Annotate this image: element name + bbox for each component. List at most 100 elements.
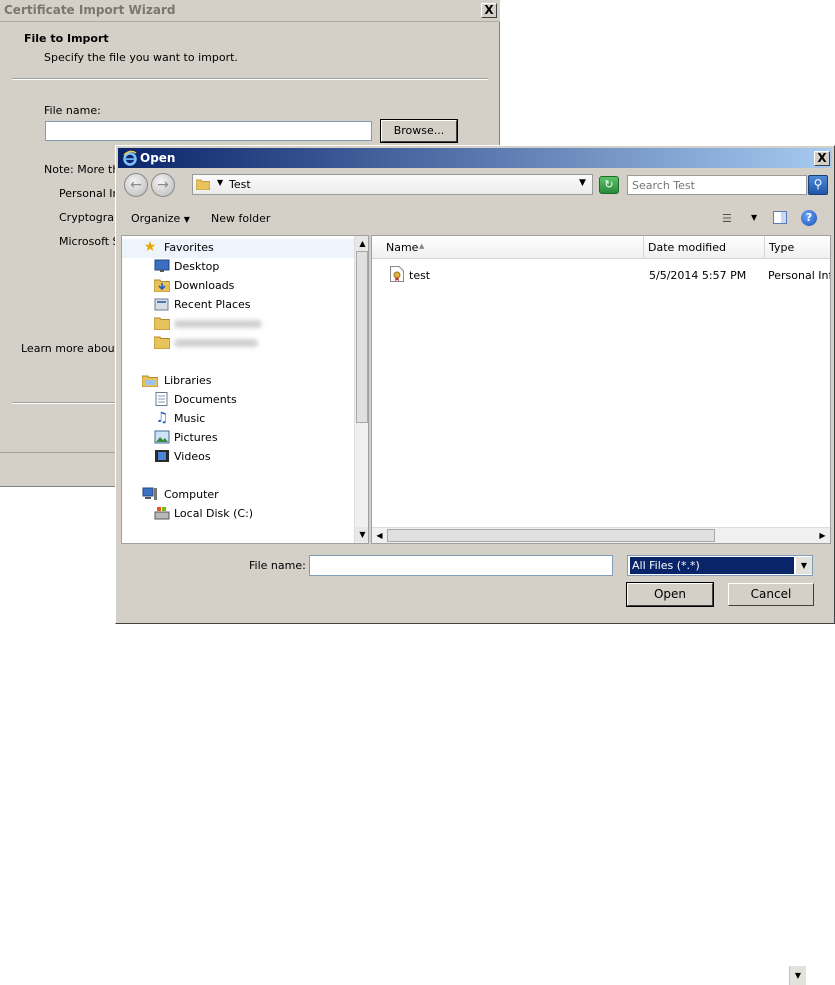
wizard-divider	[12, 78, 488, 80]
search-button[interactable]: ⚲	[808, 175, 828, 195]
nav-libraries[interactable]: Libraries	[122, 372, 352, 391]
nav-label: Videos	[174, 450, 211, 463]
nav-label: Downloads	[174, 279, 235, 292]
forward-arrow-icon: →	[157, 177, 169, 193]
nav-music[interactable]: ♫ Music	[122, 410, 352, 429]
file-name: test	[409, 269, 431, 282]
nav-desktop[interactable]: Desktop	[122, 258, 352, 277]
open-close-button[interactable]: X	[814, 151, 830, 166]
scroll-thumb[interactable]	[356, 251, 368, 423]
nav-documents[interactable]: Documents	[122, 391, 352, 410]
redacted-label	[174, 339, 258, 347]
file-row[interactable]: test 5/5/2014 5:57 PM Personal Info	[372, 266, 830, 286]
wizard-title: Certificate Import Wizard	[4, 3, 176, 17]
views-dropdown-icon[interactable]: ▼	[751, 213, 757, 222]
internet-explorer-icon	[123, 150, 137, 166]
sort-ascending-icon: ▲	[419, 242, 425, 250]
redacted-label	[174, 320, 262, 328]
nav-favorites[interactable]: ★ Favorites	[122, 239, 352, 258]
nav-label: Libraries	[164, 374, 212, 387]
file-type-selected: All Files (*.*)	[630, 557, 794, 574]
new-folder-button[interactable]: New folder	[211, 212, 270, 225]
wizard-format-item: Cryptograp	[59, 211, 121, 224]
nav-pictures[interactable]: Pictures	[122, 429, 352, 448]
folder-icon	[196, 179, 210, 190]
nav-label: Music	[174, 412, 206, 425]
nav-recent-places[interactable]: Recent Places	[122, 296, 352, 315]
nav-label: Pictures	[174, 431, 218, 444]
column-header-name[interactable]: Name ▲	[372, 236, 644, 258]
views-icon[interactable]: ☰	[722, 212, 732, 225]
wizard-close-button[interactable]: X	[481, 3, 497, 18]
close-icon: X	[484, 3, 494, 17]
cancel-button[interactable]: Cancel	[728, 583, 814, 606]
folder-icon	[153, 316, 171, 331]
star-icon: ★	[143, 239, 157, 255]
nav-downloads[interactable]: Downloads	[122, 277, 352, 296]
search-input[interactable]	[627, 175, 807, 195]
navigation-pane: ★ Favorites Desktop Downloads Recent Pla…	[121, 235, 369, 544]
learn-more-text: Learn more about	[21, 342, 123, 355]
scroll-down-icon[interactable]: ▼	[355, 527, 368, 542]
videos-icon	[154, 449, 170, 463]
address-dropdown-icon[interactable]: ▼	[579, 178, 586, 188]
open-dialog: Open X ← → ▼ Test ▼ ↻ ⚲ Organize ▼ New f…	[115, 145, 835, 985]
wizard-titlebar[interactable]: Certificate Import Wizard X	[0, 0, 500, 22]
nav-local-disk[interactable]: Local Disk (C:)	[122, 505, 352, 524]
forward-button[interactable]: →	[151, 173, 175, 197]
column-header-row: Name ▲ Date modified Type	[372, 236, 830, 259]
music-icon: ♫	[155, 410, 169, 426]
organize-menu[interactable]: Organize ▼	[131, 212, 190, 225]
nav-label: Documents	[174, 393, 237, 406]
nav-label: Favorites	[164, 241, 214, 254]
file-list-horizontal-scrollbar[interactable]: ◀ ▶	[372, 527, 830, 543]
nav-blurred-item[interactable]	[122, 315, 352, 334]
file-list: Name ▲ Date modified Type test 5/5/2014 …	[371, 235, 831, 544]
search-icon: ⚲	[813, 177, 823, 191]
nav-videos[interactable]: Videos	[122, 448, 352, 467]
desktop-icon	[154, 259, 170, 273]
wizard-learn-more: Learn more about c	[21, 342, 129, 355]
scroll-left-icon[interactable]: ◀	[372, 528, 387, 543]
column-header-date[interactable]: Date modified	[644, 236, 765, 258]
nav-blurred-item[interactable]	[122, 334, 352, 353]
file-type-dropdown-icon[interactable]: ▼	[796, 557, 812, 574]
breadcrumb-chevron-icon[interactable]: ▼	[217, 178, 223, 187]
refresh-button[interactable]: ↻	[599, 176, 619, 194]
close-icon: X	[817, 151, 827, 165]
wizard-file-name-input[interactable]	[45, 121, 372, 141]
hard-drive-icon	[154, 506, 170, 520]
wizard-heading: File to Import	[24, 32, 109, 45]
scroll-thumb[interactable]	[387, 529, 715, 542]
nav-vertical-scrollbar[interactable]: ▲ ▼	[354, 236, 368, 543]
wizard-file-name-label: File name:	[44, 104, 101, 117]
scroll-right-icon[interactable]: ▶	[815, 528, 830, 543]
wizard-note: Note: More th	[44, 163, 120, 176]
chevron-down-icon: ▼	[183, 215, 190, 224]
browse-button[interactable]: Browse...	[380, 119, 458, 143]
wizard-subheading: Specify the file you want to import.	[44, 51, 238, 64]
wizard-format-item: Personal Inf	[59, 187, 124, 200]
nav-computer[interactable]: Computer	[122, 486, 352, 505]
open-dialog-titlebar[interactable]: Open X	[118, 148, 832, 168]
preview-pane-icon[interactable]	[773, 211, 787, 224]
open-button[interactable]: Open	[626, 582, 714, 607]
column-header-label: Name	[386, 241, 419, 254]
organize-label: Organize	[131, 212, 181, 225]
scroll-up-icon[interactable]: ▲	[355, 236, 368, 251]
back-arrow-icon: ←	[130, 177, 142, 193]
back-button[interactable]: ←	[124, 173, 148, 197]
certificate-file-icon	[390, 266, 404, 282]
address-bar[interactable]: ▼ Test ▼	[192, 174, 593, 195]
column-header-type[interactable]: Type	[765, 236, 830, 258]
documents-icon	[154, 392, 170, 406]
help-icon[interactable]: ?	[801, 210, 817, 226]
file-type-select[interactable]: All Files (*.*) ▼	[627, 555, 813, 576]
file-name-dropdown-icon[interactable]: ▼	[789, 966, 806, 985]
nav-label: Local Disk (C:)	[174, 507, 254, 520]
breadcrumb-current-folder[interactable]: Test	[229, 178, 251, 191]
recent-places-icon	[154, 297, 170, 311]
libraries-icon	[141, 373, 159, 388]
pictures-icon	[154, 430, 170, 444]
file-name-input[interactable]: ▼	[309, 555, 806, 985]
